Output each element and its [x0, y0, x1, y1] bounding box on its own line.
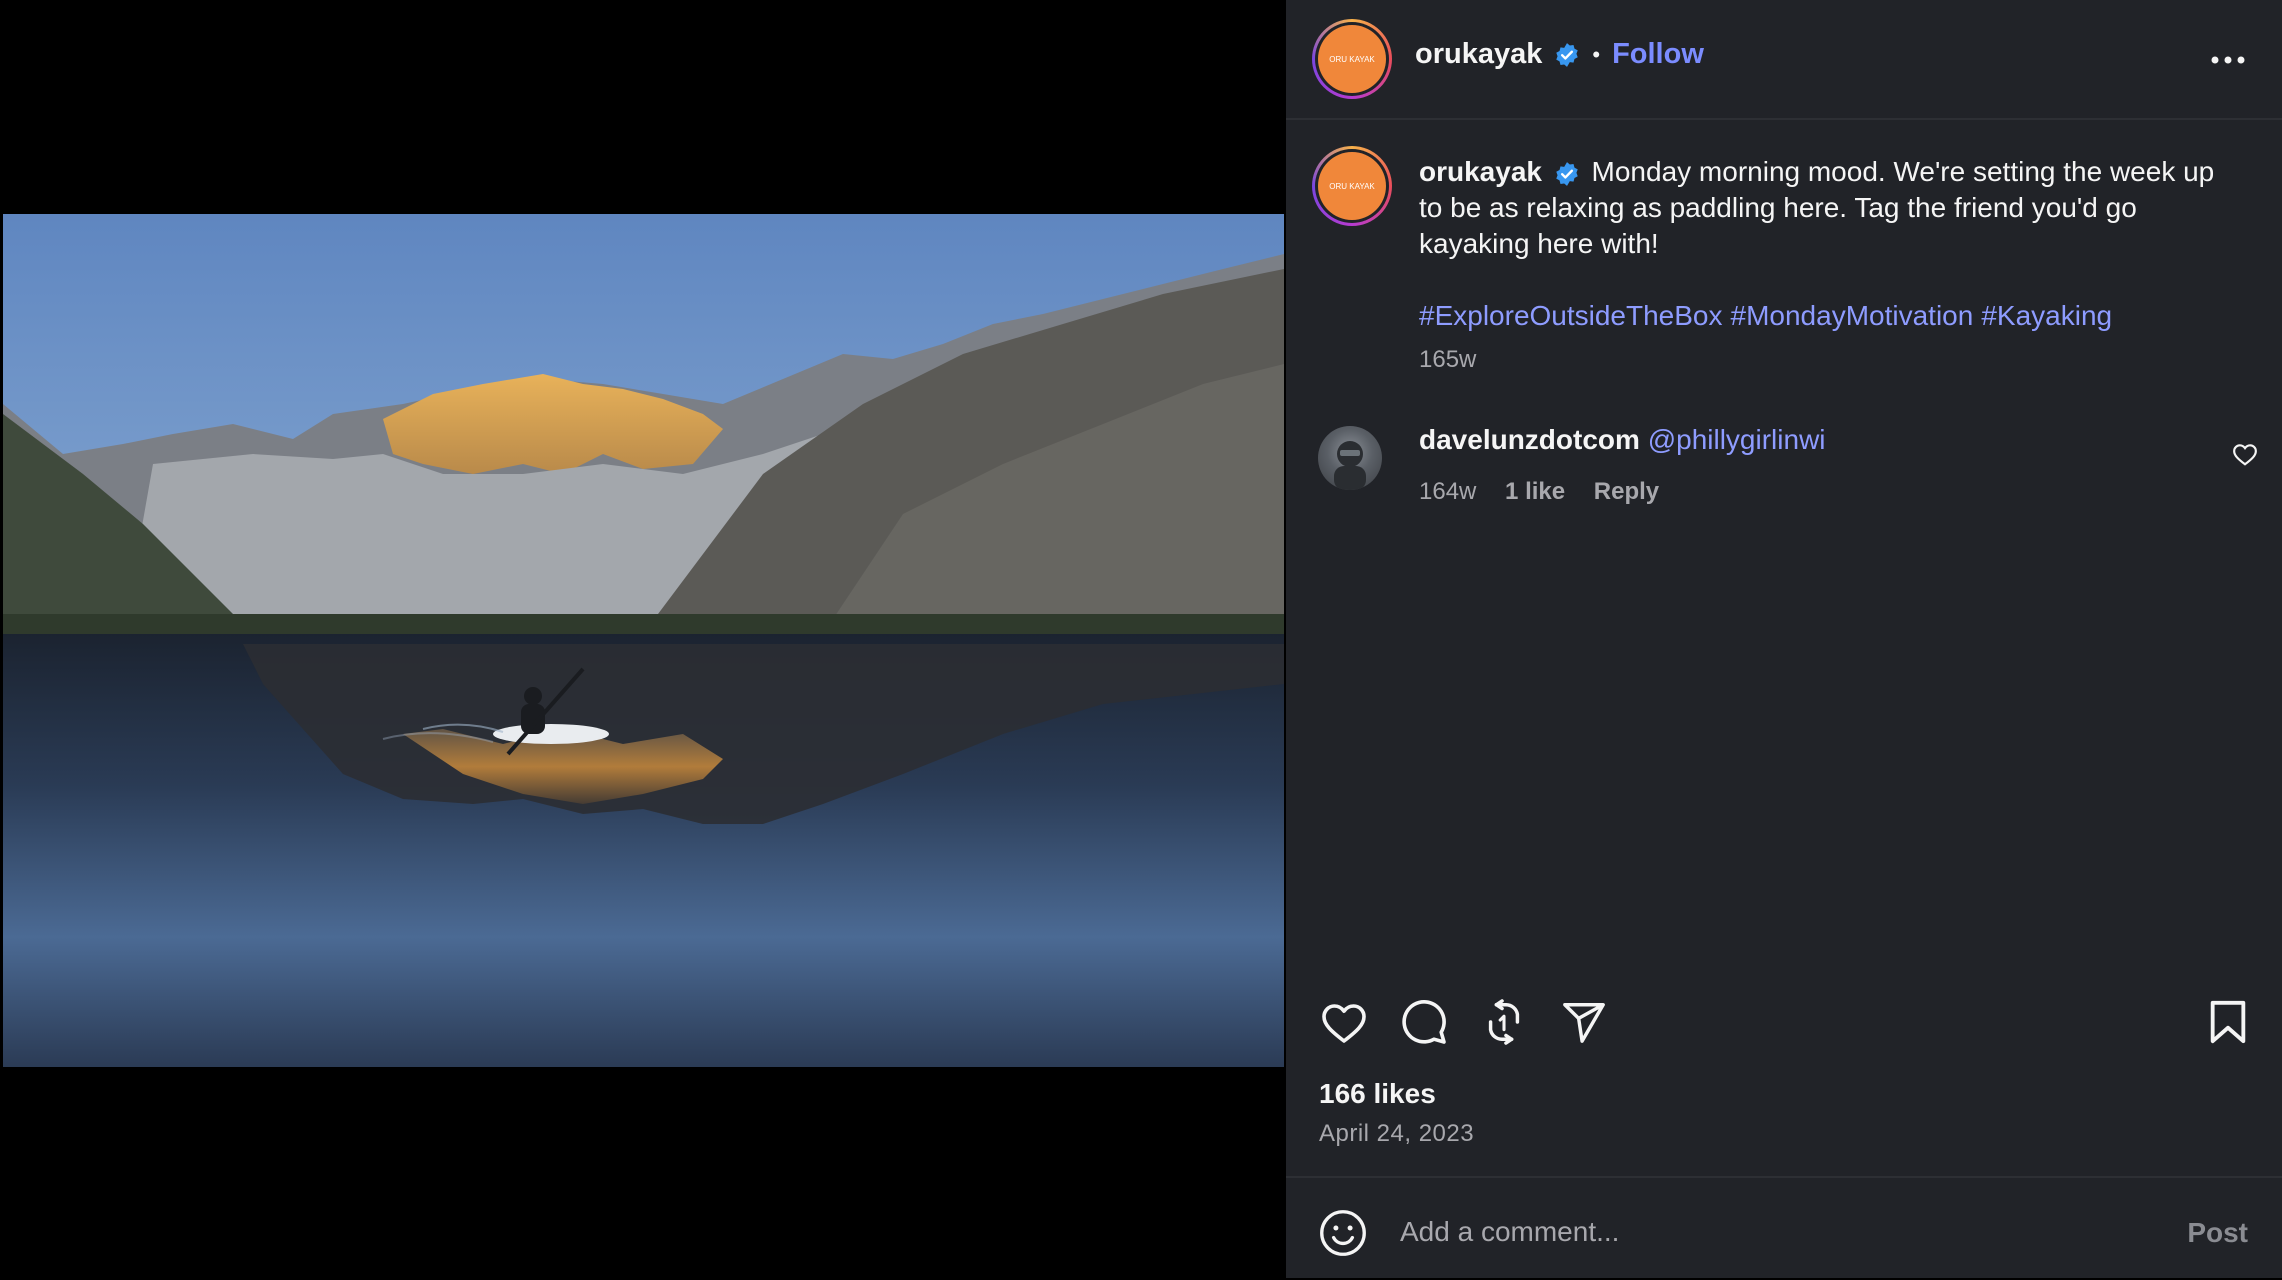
post-photo[interactable] [3, 214, 1284, 1067]
comment-mention[interactable]: @phillygirlinwi [1648, 424, 1826, 455]
hashtag-link[interactable]: #MondayMotivation [1731, 300, 1974, 331]
follow-button[interactable]: Follow [1612, 38, 1704, 71]
caption-timestamp[interactable]: 165w [1419, 346, 1476, 374]
comment-item: davelunzdotcom @phillygirlinwi 164w 1 li… [1286, 420, 2282, 520]
post-side-panel: ORU KAYAK orukayak • Follow ORU KAYAK or… [1286, 0, 2282, 1278]
separator-dot: • [1592, 41, 1601, 67]
caption-author-avatar[interactable]: ORU KAYAK [1312, 146, 1392, 226]
repost-icon[interactable] [1478, 996, 1530, 1048]
comment-text: davelunzdotcom @phillygirlinwi [1419, 424, 1826, 456]
hashtag-link[interactable]: #Kayaking [1981, 300, 2112, 331]
commenter-username[interactable]: davelunzdotcom [1419, 424, 1640, 455]
author-username[interactable]: orukayak [1415, 38, 1542, 71]
post-action-bar [1286, 996, 2282, 1048]
media-pane [0, 0, 1284, 1278]
author-avatar[interactable]: ORU KAYAK [1312, 19, 1392, 99]
save-bookmark-icon[interactable] [2202, 996, 2254, 1048]
comment-reply-button[interactable]: Reply [1594, 478, 1659, 505]
avatar-logo-text: ORU KAYAK [1329, 55, 1375, 64]
comment-input[interactable] [1398, 1206, 2102, 1258]
like-heart-icon[interactable] [1318, 996, 1370, 1048]
caption-hashtags: #ExploreOutsideTheBox #MondayMotivation #K… [1419, 298, 2239, 334]
comment-like-heart-icon[interactable] [2232, 442, 2258, 471]
hashtag-link[interactable]: #ExploreOutsideTheBox [1419, 300, 1723, 331]
emoji-smiley-icon[interactable] [1318, 1208, 1368, 1258]
comment-like-count[interactable]: 1 like [1505, 478, 1565, 505]
caption-avatar-logo-text: ORU KAYAK [1329, 182, 1375, 191]
caption-text: orukayak Monday morning mood. We're sett… [1419, 154, 2239, 262]
post-header: ORU KAYAK orukayak • Follow [1286, 0, 2282, 120]
post-date[interactable]: April 24, 2023 [1319, 1120, 1474, 1148]
comment-meta: 164w 1 like Reply [1419, 478, 1681, 506]
share-send-icon[interactable] [1558, 996, 1610, 1048]
post-comment-button[interactable]: Post [2181, 1216, 2254, 1250]
more-options-icon[interactable] [2208, 40, 2248, 80]
comment-bubble-icon[interactable] [1398, 996, 1450, 1048]
caption-username[interactable]: orukayak [1419, 156, 1542, 187]
like-count[interactable]: 166 likes [1319, 1078, 1436, 1110]
comment-timestamp[interactable]: 164w [1419, 478, 1476, 505]
caption-verified-badge-icon [1556, 161, 1578, 186]
commenter-avatar[interactable] [1318, 426, 1382, 490]
verified-badge-icon [1556, 42, 1579, 67]
comment-composer: Post [1286, 1176, 2282, 1280]
